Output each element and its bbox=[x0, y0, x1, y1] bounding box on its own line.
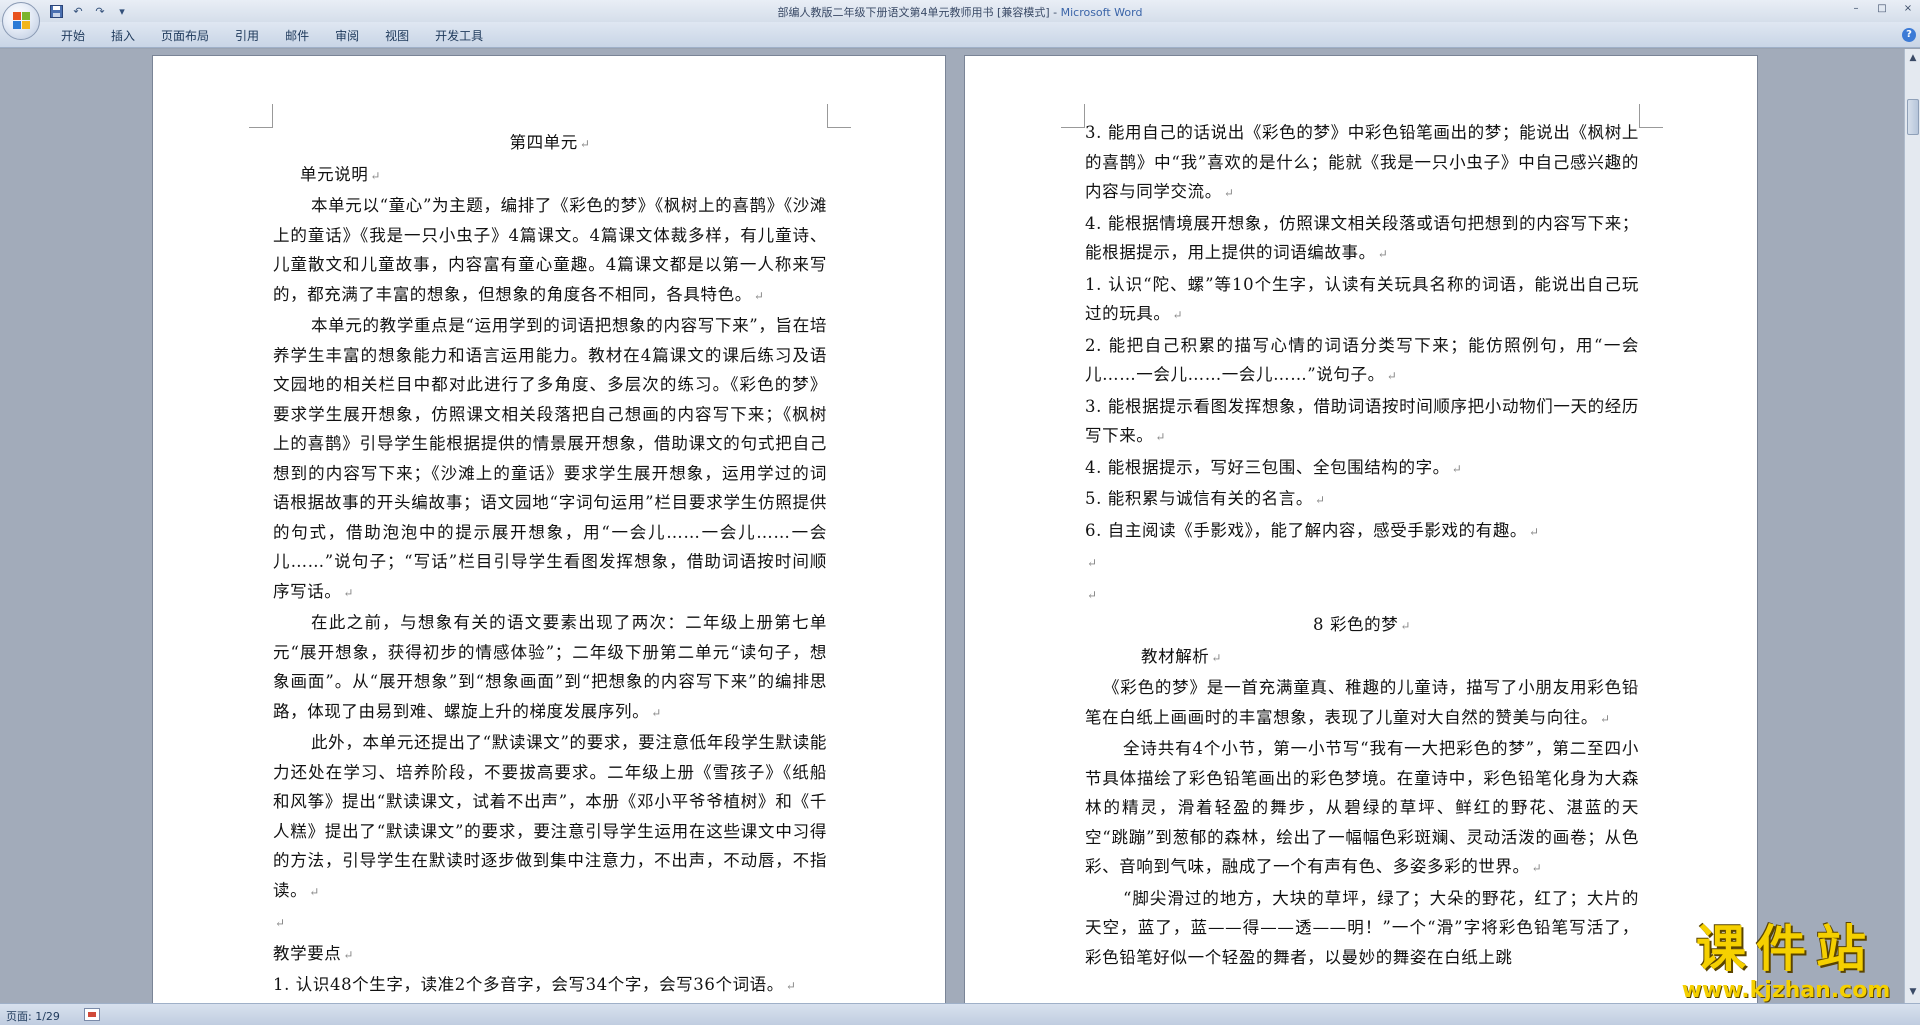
status-bar: 页面: 1/29 bbox=[0, 1003, 1920, 1025]
empty-paragraph: ↵ bbox=[275, 916, 286, 930]
paragraph: 本单元的教学重点是“运用学到的词语把想象的内容写下来”，旨在培养学生丰富的想象能… bbox=[273, 316, 827, 601]
list-item: 4. 能根据情境展开想象，仿照课文相关段落或语句把想到的内容写下来；能根据提示，… bbox=[1085, 213, 1639, 263]
maximize-button[interactable]: □ bbox=[1874, 2, 1890, 16]
tab-insert[interactable]: 插入 bbox=[98, 28, 148, 44]
vertical-scrollbar[interactable]: ▲ ▼ bbox=[1904, 49, 1920, 1003]
tab-developer[interactable]: 开发工具 bbox=[422, 28, 496, 44]
proofing-icon[interactable] bbox=[84, 1008, 100, 1021]
watermark-logo: 课件站 www.kjzhan.com bbox=[1668, 920, 1904, 1004]
ribbon: 开始 插入 页面布局 引用 邮件 审阅 视图 开发工具 ? bbox=[0, 22, 1920, 48]
page-left[interactable]: 第四单元 ↵ 单元说明 ↵ 本单元以“童心”为主题，编排了《彩色的梦》《枫树上的喜鹊… bbox=[152, 55, 946, 1003]
crop-mark-top-right bbox=[1639, 104, 1663, 128]
page-right[interactable]: 3. 能用自己的话说出《彩色的梦》中彩色铅笔画出的梦；能说出《枫树上的喜鹊》中“… bbox=[964, 55, 1758, 1003]
unit-subheading: 单元说明 ↵ bbox=[300, 164, 382, 184]
page-count[interactable]: 页面: 1/29 bbox=[6, 1008, 60, 1024]
paragraph: 此外，本单元还提出了“默读课文”的要求，要注意低年段学生默读能力还处在学习、培养… bbox=[273, 733, 827, 900]
scroll-thumb[interactable] bbox=[1907, 99, 1919, 135]
watermark-url: www.kjzhan.com bbox=[1681, 978, 1891, 1003]
tab-page-layout[interactable]: 页面布局 bbox=[148, 28, 222, 44]
office-logo-icon bbox=[13, 12, 31, 30]
page-left-text[interactable]: 第四单元 ↵ 单元说明 ↵ 本单元以“童心”为主题，编排了《彩色的梦》《枫树上的喜鹊… bbox=[273, 128, 827, 1002]
empty-paragraph: ↵ bbox=[1087, 556, 1098, 570]
list-item: 1. 认识48个生字，读准2个多音字，会写34个字，会写36个词语。 ↵ bbox=[273, 975, 797, 994]
document-title: 部编人教版二年级下册语文第4单元教师用书 [兼容模式] bbox=[777, 6, 1050, 19]
tab-review[interactable]: 审阅 bbox=[322, 28, 372, 44]
list-item: 5. 能积累与诚信有关的名言。 ↵ bbox=[1085, 489, 1326, 508]
office-button[interactable] bbox=[2, 2, 40, 40]
unit-heading: 第四单元 ↵ bbox=[509, 133, 591, 152]
help-icon[interactable]: ? bbox=[1902, 28, 1916, 42]
lesson-subheading: 教材解析 ↵ bbox=[1141, 646, 1223, 666]
scroll-up-icon[interactable]: ▲ bbox=[1906, 51, 1920, 65]
minimize-button[interactable]: – bbox=[1848, 2, 1864, 16]
close-button[interactable]: × bbox=[1900, 2, 1916, 16]
tab-home[interactable]: 开始 bbox=[48, 28, 98, 44]
list-item: 4. 能根据提示，写好三包围、全包围结构的字。 ↵ bbox=[1085, 457, 1463, 477]
paragraph: 在此之前，与想象有关的语文要素出现了两次：二年级上册第七单元“展开想象，获得初步… bbox=[273, 613, 827, 721]
empty-paragraph: ↵ bbox=[1087, 587, 1098, 602]
document-area[interactable]: 第四单元 ↵ 单元说明 ↵ 本单元以“童心”为主题，编排了《彩色的梦》《枫树上的喜鹊… bbox=[0, 49, 1904, 1003]
section-title: 教学要点 ↵ bbox=[273, 943, 355, 963]
tab-mailings[interactable]: 邮件 bbox=[272, 28, 322, 44]
paragraph: 本单元以“童心”为主题，编排了《彩色的梦》《枫树上的喜鹊》《沙滩上的童话》《我是… bbox=[273, 196, 827, 304]
title-bar: ↶ ↷ ▾ 部编人教版二年级下册语文第4单元教师用书 [兼容模式] - Micr… bbox=[0, 0, 1920, 22]
list-item: 2. 能把自己积累的描写心情的词语分类写下来；能仿照例句，用“一会儿……一会儿…… bbox=[1085, 335, 1639, 385]
window-title: 部编人教版二年级下册语文第4单元教师用书 [兼容模式] - Microsoft … bbox=[0, 4, 1920, 20]
lesson-title: 8 彩色的梦 ↵ bbox=[1313, 615, 1411, 634]
paragraph: 全诗共有4个小节，第一小节写“我有一大把彩色的梦”，第二至四小节具体描绘了彩色铅… bbox=[1085, 739, 1639, 876]
app-name: Microsoft Word bbox=[1060, 6, 1143, 19]
title-separator: - bbox=[1049, 6, 1061, 19]
tab-view[interactable]: 视图 bbox=[372, 28, 422, 44]
page-right-text[interactable]: 3. 能用自己的话说出《彩色的梦》中彩色铅笔画出的梦；能说出《枫树上的喜鹊》中“… bbox=[1085, 118, 1639, 972]
watermark-title: 课件站 bbox=[1696, 920, 1876, 978]
list-item: 1. 认识“陀、螺”等10个生字，认读有关玩具名称的词语，能说出自己玩过的玩具。… bbox=[1085, 274, 1639, 324]
ribbon-tabs: 开始 插入 页面布局 引用 邮件 审阅 视图 开发工具 bbox=[48, 28, 496, 44]
list-item: 3. 能根据提示看图发挥想象，借助词语按时间顺序把小动物们一天的经历写下来。 ↵ bbox=[1085, 396, 1639, 446]
crop-mark-top-left bbox=[1061, 104, 1085, 128]
crop-mark-top-right bbox=[827, 104, 851, 128]
scroll-down-icon[interactable]: ▼ bbox=[1906, 985, 1920, 999]
paragraph: “脚尖滑过的地方，大块的草坪，绿了；大朵的野花，红了；大片的天空，蓝了，蓝——得… bbox=[1085, 888, 1639, 967]
paragraph: 《彩色的梦》是一首充满童真、稚趣的儿童诗，描写了小朋友用彩色铅笔在白纸上画画时的… bbox=[1085, 678, 1639, 727]
window-controls: – □ × bbox=[1848, 2, 1916, 16]
tab-references[interactable]: 引用 bbox=[222, 28, 272, 44]
crop-mark-top-left bbox=[249, 104, 273, 128]
list-item: 6. 自主阅读《手影戏》，能了解内容，感受手影戏的有趣。 ↵ bbox=[1085, 520, 1540, 540]
list-item: 3. 能用自己的话说出《彩色的梦》中彩色铅笔画出的梦；能说出《枫树上的喜鹊》中“… bbox=[1085, 123, 1639, 201]
